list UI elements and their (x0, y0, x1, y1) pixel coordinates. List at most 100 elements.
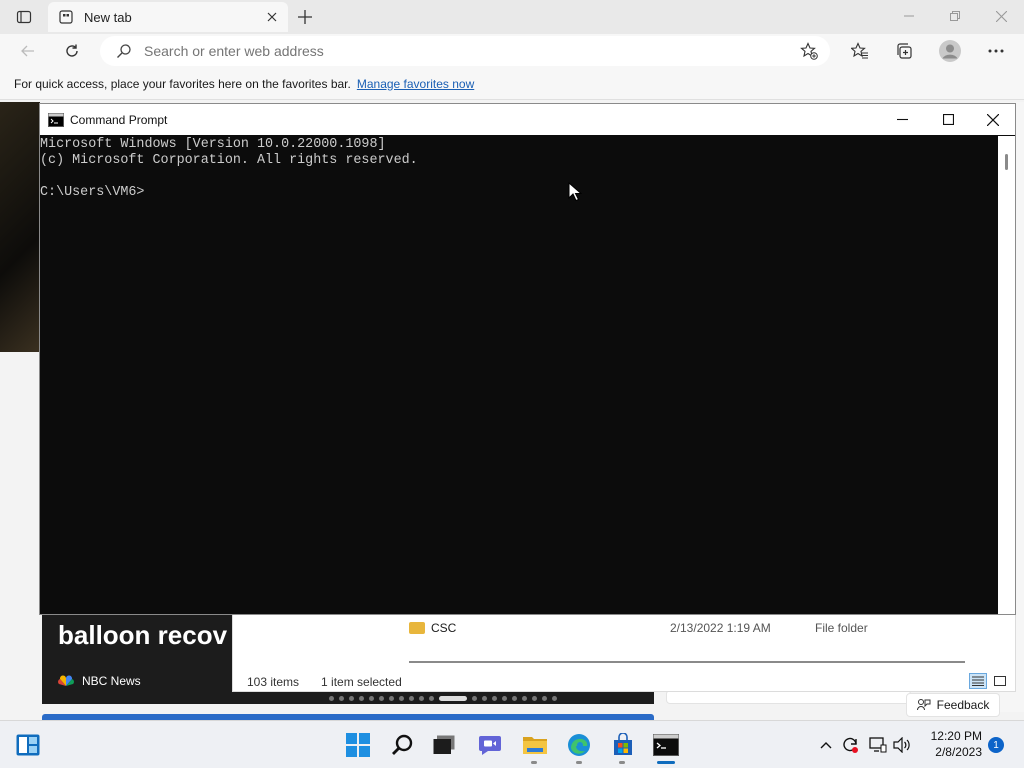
file-row[interactable]: CSC (409, 619, 456, 637)
search-icon (392, 734, 413, 755)
feedback-button[interactable]: Feedback (906, 693, 1000, 717)
address-bar[interactable] (100, 36, 830, 66)
manage-favorites-link[interactable]: Manage favorites now (357, 77, 474, 91)
volume-tray-button[interactable] (892, 735, 912, 755)
console-line: (c) Microsoft Corporation. All rights re… (40, 153, 418, 168)
selection-count: 1 item selected (321, 675, 402, 689)
taskbar-clock[interactable]: 12:20 PM 2/8/2023 (922, 728, 982, 760)
background-image (0, 102, 40, 352)
browser-toolbar (0, 34, 1024, 68)
tiles-view-button[interactable] (991, 673, 1009, 689)
file-explorer-icon (523, 737, 547, 754)
close-icon (267, 12, 277, 22)
profile-button[interactable] (936, 37, 964, 65)
new-tab-button[interactable] (292, 5, 318, 29)
background-card (666, 690, 911, 704)
file-explorer-window: CSC 2/13/2022 1:19 AM File folder 103 it… (232, 612, 1016, 692)
favorites-bar: For quick access, place your favorites h… (0, 68, 1024, 100)
browser-close-button[interactable] (978, 0, 1024, 32)
task-view-icon (433, 735, 455, 754)
store-icon (614, 733, 632, 755)
show-hidden-icons-button[interactable] (816, 735, 836, 755)
network-tray-button[interactable] (868, 735, 888, 755)
refresh-button[interactable] (58, 37, 86, 65)
chat-button[interactable] (476, 731, 504, 759)
restore-icon (950, 11, 960, 21)
store-taskbar-button[interactable] (609, 731, 637, 759)
minimize-icon (904, 15, 914, 17)
tab-close-button[interactable] (260, 5, 284, 29)
news-card[interactable]: balloon recov NBC News (42, 612, 232, 704)
collections-button[interactable] (890, 37, 918, 65)
close-icon (995, 10, 1007, 22)
file-name: CSC (431, 621, 457, 635)
update-tray-button[interactable] (840, 735, 860, 755)
add-favorite-button[interactable] (798, 40, 820, 62)
scrollbar-thumb[interactable] (1005, 154, 1008, 170)
file-type: File folder (815, 621, 868, 635)
add-favorite-icon (800, 42, 818, 60)
console-prompt: C:\Users\VM6> (40, 185, 145, 200)
plus-icon (298, 10, 312, 24)
task-view-button[interactable] (430, 731, 458, 759)
folder-icon (409, 622, 425, 634)
console-line: ​ (40, 169, 998, 185)
tab-new-tab[interactable]: New tab (48, 2, 288, 32)
tab-actions-icon (16, 10, 32, 24)
cmd-vertical-scrollbar[interactable] (998, 136, 1015, 614)
browser-restore-button[interactable] (932, 0, 978, 32)
cmd-console-output[interactable]: Microsoft Windows [Version 10.0.22000.10… (40, 136, 998, 614)
command-prompt-window[interactable]: Command Prompt Microsoft Windows [Versio… (39, 103, 1016, 615)
browser-minimize-button[interactable] (886, 0, 932, 32)
profile-icon (939, 40, 961, 62)
back-button[interactable] (14, 37, 42, 65)
network-icon (869, 737, 887, 753)
tab-actions-button[interactable] (10, 6, 38, 28)
cmd-title: Command Prompt (70, 112, 168, 127)
horizontal-scrollbar[interactable] (409, 661, 965, 663)
page-icon (59, 10, 73, 24)
file-explorer-taskbar-button[interactable] (521, 731, 549, 759)
view-toggle (969, 673, 1009, 689)
more-button[interactable] (982, 37, 1010, 65)
active-indicator (657, 761, 675, 764)
details-view-icon (972, 676, 984, 686)
cmd-titlebar[interactable]: Command Prompt (40, 104, 1015, 135)
feedback-icon (916, 699, 931, 711)
browser-tabstrip: New tab (0, 0, 1024, 34)
volume-icon (893, 737, 910, 753)
news-source-label: NBC News (82, 674, 141, 688)
running-indicator (576, 761, 582, 764)
running-indicator (619, 761, 625, 764)
sync-icon (843, 737, 858, 753)
edge-taskbar-button[interactable] (565, 731, 593, 759)
favorites-button[interactable] (846, 37, 874, 65)
refresh-icon (66, 44, 78, 57)
terminal-icon (653, 734, 679, 756)
start-icon (346, 733, 370, 757)
cmd-maximize-button[interactable] (925, 104, 971, 135)
details-view-button[interactable] (969, 673, 987, 689)
chat-icon (479, 736, 501, 755)
tab-title: New tab (84, 9, 132, 25)
explorer-status-bar: 103 items 1 item selected (247, 675, 402, 689)
carousel-dots[interactable] (232, 692, 654, 704)
running-indicator (531, 761, 537, 764)
back-icon (21, 45, 34, 57)
start-button[interactable] (344, 731, 372, 759)
taskbar-search-button[interactable] (389, 731, 417, 759)
widgets-icon (16, 734, 40, 756)
notification-badge[interactable]: 1 (988, 737, 1004, 753)
address-input[interactable] (144, 43, 830, 59)
tiles-view-icon (994, 676, 1006, 686)
console-line: Microsoft Windows [Version 10.0.22000.10… (40, 137, 386, 152)
clock-date: 2/8/2023 (935, 745, 982, 759)
collections-icon (897, 43, 912, 59)
terminal-taskbar-button[interactable] (652, 731, 680, 759)
cmd-close-button[interactable] (970, 104, 1016, 135)
maximize-icon (942, 114, 954, 125)
more-icon (988, 49, 1004, 53)
cmd-minimize-button[interactable] (879, 104, 925, 135)
chevron-up-icon (820, 742, 832, 749)
widgets-button[interactable] (14, 731, 42, 759)
